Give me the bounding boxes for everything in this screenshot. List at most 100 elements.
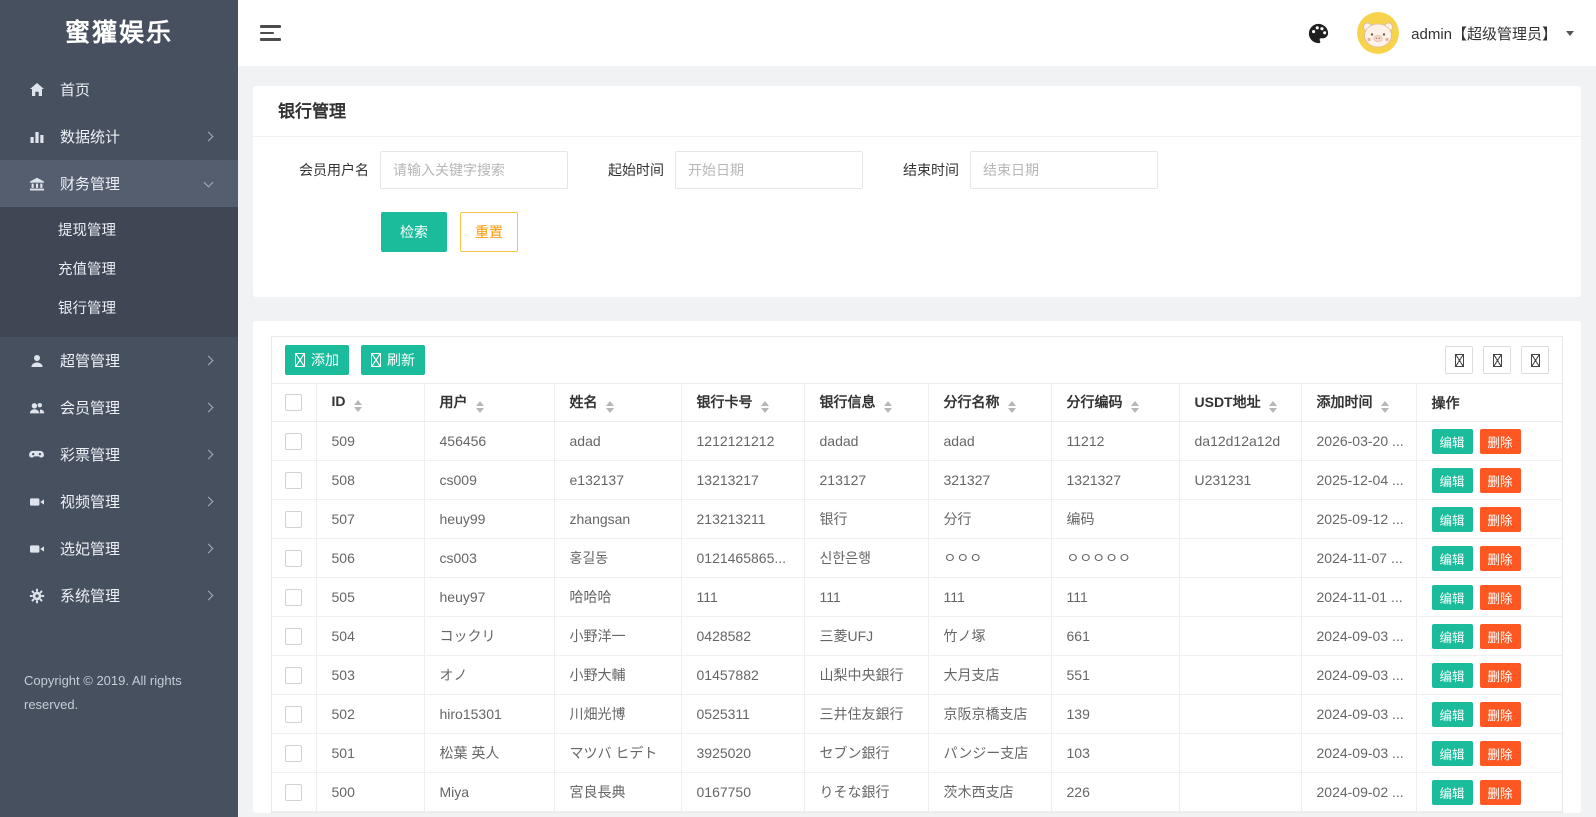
sidebar-item-label: 彩票管理 [60, 444, 120, 465]
row-checkbox[interactable] [285, 589, 302, 606]
cell-code: ㅇㅇㅇㅇㅇ [1051, 539, 1179, 578]
cell-bank: 银行 [804, 500, 928, 539]
cell-branch: パンジー支店 [928, 734, 1051, 773]
missing-glyph-icon [1531, 354, 1540, 367]
edit-button[interactable]: 编辑 [1432, 741, 1473, 766]
username-search-input[interactable] [380, 151, 568, 189]
select-all-cell [272, 384, 316, 422]
edit-button[interactable]: 编辑 [1432, 780, 1473, 805]
delete-button[interactable]: 删除 [1480, 702, 1521, 727]
table-row: 501松葉 英人マツバ ヒデト3925020セブン銀行パンジー支店1032024… [272, 734, 1562, 773]
user-avatar[interactable] [1357, 12, 1399, 54]
column-header[interactable]: 添加时间 [1301, 384, 1416, 422]
row-checkbox[interactable] [285, 628, 302, 645]
sort-icon[interactable] [884, 401, 892, 414]
edit-button[interactable]: 编辑 [1432, 702, 1473, 727]
sidebar-item-superadmin[interactable]: 超管管理 [0, 337, 238, 384]
row-checkbox[interactable] [285, 667, 302, 684]
table-row: 505heuy97哈哈哈1111111111112024-11-01 ...编辑… [272, 578, 1562, 617]
edit-button[interactable]: 编辑 [1432, 468, 1473, 493]
refresh-button[interactable]: 刷新 [361, 345, 425, 375]
select-all-checkbox[interactable] [285, 394, 302, 411]
delete-button[interactable]: 删除 [1480, 507, 1521, 532]
chevron-down-icon [204, 177, 214, 187]
row-checkbox[interactable] [285, 706, 302, 723]
user-menu[interactable]: admin【超级管理员】 [1411, 23, 1557, 44]
row-checkbox[interactable] [285, 511, 302, 528]
edit-button[interactable]: 编辑 [1432, 663, 1473, 688]
sidebar-item-finance[interactable]: 财务管理 [0, 160, 238, 207]
chevron-right-icon [204, 403, 214, 413]
menu-toggle-icon[interactable] [260, 25, 281, 40]
delete-button[interactable]: 删除 [1480, 468, 1521, 493]
delete-button[interactable]: 删除 [1480, 546, 1521, 571]
delete-button[interactable]: 删除 [1480, 624, 1521, 649]
cell-id: 502 [316, 695, 424, 734]
filter-card: 银行管理 会员用户名 起始时间 结束时间 [253, 86, 1581, 297]
table-tool-button-3[interactable] [1521, 346, 1549, 374]
column-header[interactable]: 姓名 [554, 384, 681, 422]
sort-icon[interactable] [1008, 401, 1016, 414]
table-tool-button-2[interactable] [1483, 346, 1511, 374]
edit-button[interactable]: 编辑 [1432, 546, 1473, 571]
row-checkbox[interactable] [285, 472, 302, 489]
topbar: admin【超级管理员】 [238, 0, 1596, 66]
sort-icon[interactable] [1269, 401, 1277, 414]
sidebar-subitem-bank[interactable]: 银行管理 [0, 290, 238, 329]
column-header[interactable]: 用户 [424, 384, 554, 422]
cell-card: 01457882 [681, 656, 804, 695]
delete-button[interactable]: 删除 [1480, 780, 1521, 805]
sort-icon[interactable] [354, 400, 362, 413]
gear-icon [28, 587, 45, 604]
column-header[interactable]: 分行名称 [928, 384, 1051, 422]
sidebar-item-members[interactable]: 会员管理 [0, 384, 238, 431]
table-header-row: ID用户姓名银行卡号银行信息分行名称分行编码USDT地址添加时间操作 [272, 384, 1562, 422]
sidebar-subitem-withdraw[interactable]: 提现管理 [0, 212, 238, 251]
sidebar-item-statistics[interactable]: 数据统计 [0, 113, 238, 160]
search-button[interactable]: 检索 [381, 212, 447, 252]
sort-icon[interactable] [606, 401, 614, 414]
start-date-input[interactable] [675, 151, 863, 189]
sidebar-item-video[interactable]: 视频管理 [0, 478, 238, 525]
cell-usdt [1179, 500, 1301, 539]
column-header[interactable]: ID [316, 384, 424, 422]
row-checkbox[interactable] [285, 745, 302, 762]
column-header[interactable]: 银行信息 [804, 384, 928, 422]
sidebar-subitem-recharge[interactable]: 充值管理 [0, 251, 238, 290]
sidebar-item-concubine[interactable]: 选妃管理 [0, 525, 238, 572]
sort-icon[interactable] [761, 401, 769, 414]
table-tool-button-1[interactable] [1445, 346, 1473, 374]
cell-user: heuy99 [424, 500, 554, 539]
cell-user: オノ [424, 656, 554, 695]
sidebar-nav: 首页 数据统计 财务管理 提现管理 充值管理 银行管理 超管管理 [0, 66, 238, 619]
edit-button[interactable]: 编辑 [1432, 585, 1473, 610]
edit-button[interactable]: 编辑 [1432, 624, 1473, 649]
row-checkbox[interactable] [285, 784, 302, 801]
sort-icon[interactable] [476, 401, 484, 414]
column-header[interactable]: 分行编码 [1051, 384, 1179, 422]
sidebar-item-system[interactable]: 系统管理 [0, 572, 238, 619]
theme-palette-icon[interactable] [1307, 22, 1330, 45]
delete-button[interactable]: 删除 [1480, 741, 1521, 766]
column-header[interactable]: USDT地址 [1179, 384, 1301, 422]
delete-button[interactable]: 删除 [1480, 585, 1521, 610]
delete-button[interactable]: 删除 [1480, 429, 1521, 454]
add-button[interactable]: 添加 [285, 345, 349, 375]
sidebar-item-lottery[interactable]: 彩票管理 [0, 431, 238, 478]
cell-bank: dadad [804, 422, 928, 461]
cell-actions: 编辑删除 [1416, 461, 1562, 500]
sort-icon[interactable] [1381, 401, 1389, 414]
chevron-right-icon [204, 544, 214, 554]
column-header[interactable]: 银行卡号 [681, 384, 804, 422]
edit-button[interactable]: 编辑 [1432, 507, 1473, 532]
sort-icon[interactable] [1131, 401, 1139, 414]
delete-button[interactable]: 删除 [1480, 663, 1521, 688]
sidebar-item-home[interactable]: 首页 [0, 66, 238, 113]
row-checkbox[interactable] [285, 550, 302, 567]
page-title: 银行管理 [253, 86, 1581, 137]
end-date-input[interactable] [970, 151, 1158, 189]
reset-button[interactable]: 重置 [460, 212, 518, 252]
edit-button[interactable]: 编辑 [1432, 429, 1473, 454]
row-checkbox[interactable] [285, 433, 302, 450]
sidebar-item-label: 数据统计 [60, 126, 120, 147]
